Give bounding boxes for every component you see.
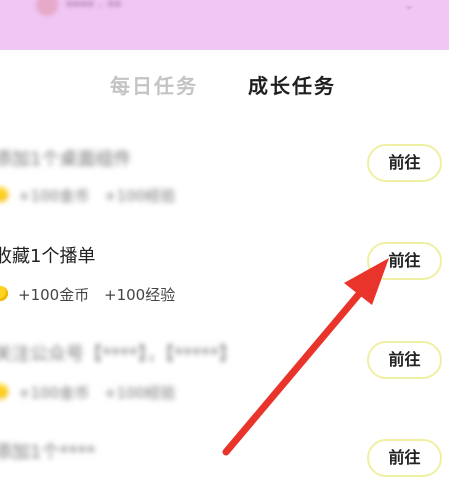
task-title: 关注公众号【****】，【*****】 xyxy=(0,344,237,365)
go-button[interactable]: 前往 xyxy=(367,439,442,477)
task-tabs: 每日任务 成长任务 xyxy=(0,70,449,106)
chevron-down-icon[interactable]: ⌄ xyxy=(404,0,414,12)
go-button[interactable]: 前往 xyxy=(367,341,442,379)
task-title: 添加1个**** xyxy=(0,442,96,463)
coin-reward: +100金币 xyxy=(18,187,90,205)
exp-reward: +100经验 xyxy=(104,384,176,402)
go-button[interactable]: 前往 xyxy=(367,242,442,280)
coin-reward: +100金币 xyxy=(18,286,90,304)
task-title: 添加1个桌面组件 xyxy=(0,149,132,170)
banner-text: **** · ** xyxy=(66,0,122,15)
avatar xyxy=(36,0,58,16)
top-banner: **** · ** ⌄ xyxy=(0,0,449,50)
coin-icon xyxy=(0,384,8,399)
exp-reward: +100经验 xyxy=(104,286,176,304)
go-button[interactable]: 前往 xyxy=(367,144,442,182)
exp-reward: +100经验 xyxy=(104,187,176,205)
coin-icon xyxy=(0,187,8,202)
task-title: 收藏1个播单 xyxy=(0,246,96,267)
coin-icon xyxy=(0,286,8,301)
tab-daily-tasks[interactable]: 每日任务 xyxy=(110,70,198,99)
tab-growth-tasks[interactable]: 成长任务 xyxy=(248,70,336,99)
coin-reward: +100金币 xyxy=(18,384,90,402)
